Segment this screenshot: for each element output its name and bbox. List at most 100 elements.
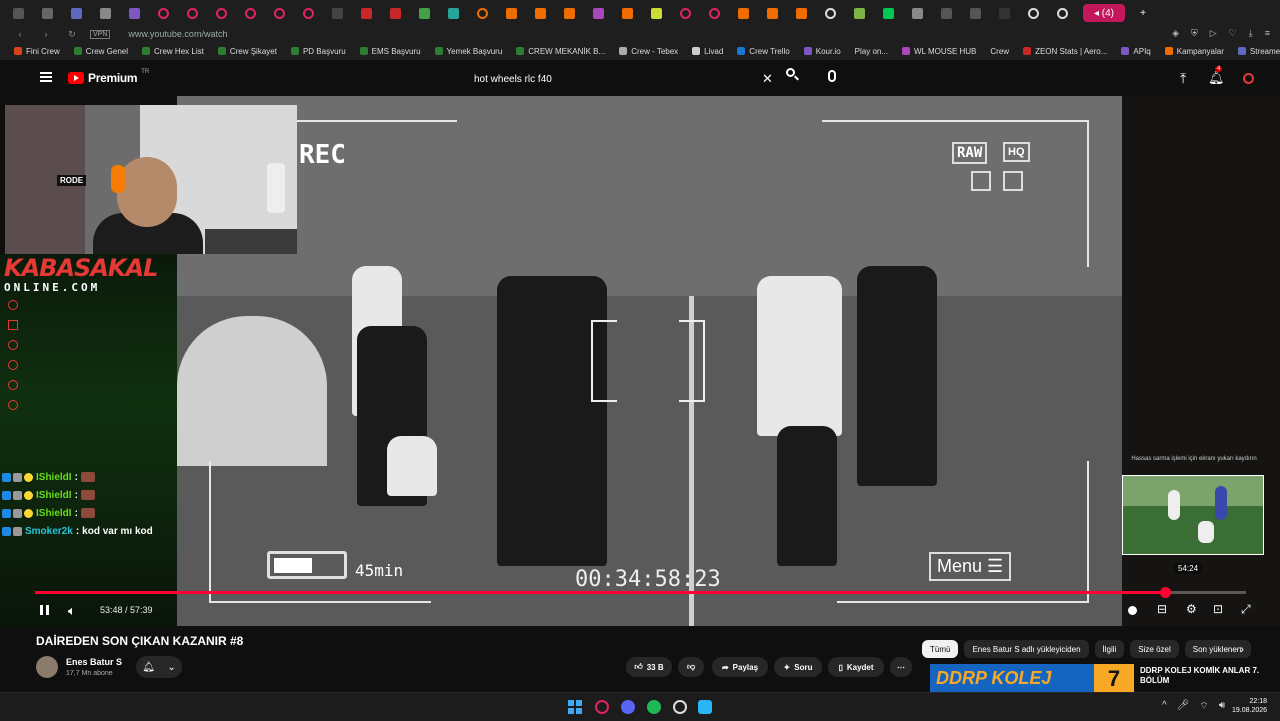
extension-icon[interactable]: ◈ bbox=[1172, 28, 1179, 39]
progress-bar[interactable] bbox=[35, 587, 1246, 598]
volume-icon[interactable]: 🔈︎ bbox=[68, 603, 76, 619]
tab-favicon[interactable] bbox=[181, 2, 203, 24]
tab-favicon[interactable] bbox=[877, 2, 899, 24]
active-tab[interactable]: ◂ (4) bbox=[1083, 4, 1125, 22]
tab-favicon[interactable] bbox=[442, 2, 464, 24]
opera-icon[interactable] bbox=[595, 700, 609, 714]
play-icon[interactable]: ▷ bbox=[1210, 28, 1217, 39]
back-icon[interactable]: ‹ bbox=[14, 29, 26, 39]
bookmark[interactable]: PD Başvuru bbox=[290, 47, 346, 56]
dislike-button[interactable]: 👎︎ bbox=[678, 657, 704, 677]
tab-favicon[interactable] bbox=[384, 2, 406, 24]
bookmark[interactable]: Livad bbox=[692, 47, 723, 56]
tab-favicon[interactable] bbox=[964, 2, 986, 24]
bookmark[interactable]: Crew Şikayet bbox=[217, 47, 277, 56]
fullscreen-icon[interactable]: ⤢ bbox=[1241, 602, 1251, 617]
recommended-video-title[interactable]: DDRP KOLEJ KOMİK ANLAR 7. BÖLÜM bbox=[1140, 666, 1275, 686]
clear-search-icon[interactable]: ✕ bbox=[762, 71, 773, 87]
tab-favicon[interactable] bbox=[7, 2, 29, 24]
discord-icon[interactable] bbox=[621, 700, 635, 714]
clock[interactable]: 22:18 19.08.2026 bbox=[1232, 697, 1267, 715]
bookmark[interactable]: Kour.io bbox=[803, 47, 841, 56]
app-icon[interactable] bbox=[698, 700, 712, 714]
subtitles-icon[interactable]: ⊟ bbox=[1157, 602, 1167, 616]
like-button[interactable]: 👍︎ 33 B bbox=[626, 657, 672, 677]
voice-search-icon[interactable] bbox=[828, 70, 836, 82]
ask-button[interactable]: ✦ Soru bbox=[774, 657, 822, 677]
tab-favicon[interactable] bbox=[1022, 2, 1044, 24]
tab-favicon[interactable] bbox=[65, 2, 87, 24]
tab-favicon[interactable] bbox=[152, 2, 174, 24]
tab-favicon[interactable] bbox=[529, 2, 551, 24]
bookmark[interactable]: Crew - Tebex bbox=[619, 47, 678, 56]
forward-icon[interactable]: › bbox=[40, 29, 52, 39]
tab-favicon[interactable] bbox=[326, 2, 348, 24]
tab-favicon[interactable] bbox=[674, 2, 696, 24]
bookmark[interactable]: Crew Genel bbox=[73, 47, 128, 56]
tab-favicon[interactable] bbox=[471, 2, 493, 24]
chip-related[interactable]: İlgili bbox=[1094, 640, 1125, 658]
channel-avatar[interactable] bbox=[36, 656, 58, 678]
bookmark[interactable]: Play on... bbox=[855, 47, 888, 56]
tab-favicon[interactable] bbox=[790, 2, 812, 24]
share-button[interactable]: ➦ Paylaş bbox=[712, 657, 768, 677]
bookmark[interactable]: APIq bbox=[1121, 47, 1151, 56]
heart-icon[interactable]: ♡ bbox=[1229, 28, 1237, 39]
app-icon[interactable] bbox=[673, 700, 687, 714]
reload-icon[interactable]: ↻ bbox=[66, 29, 78, 40]
bookmark[interactable]: ZEON Stats | Aero... bbox=[1023, 47, 1107, 56]
youtube-premium-logo[interactable]: Premium TR bbox=[68, 69, 149, 85]
search-input[interactable]: hot wheels rlc f40 ✕ bbox=[462, 68, 782, 90]
scrubber-handle[interactable] bbox=[1160, 587, 1171, 598]
tab-favicon[interactable] bbox=[587, 2, 609, 24]
tab-favicon[interactable] bbox=[819, 2, 841, 24]
new-tab-button[interactable]: + bbox=[1132, 2, 1154, 24]
speaker-icon[interactable]: 🔊︎ bbox=[1219, 700, 1225, 713]
tab-favicon[interactable] bbox=[268, 2, 290, 24]
shield-icon[interactable]: ⛨ bbox=[1191, 28, 1198, 39]
chip-all[interactable]: Tümü bbox=[922, 640, 959, 658]
tab-favicon[interactable] bbox=[36, 2, 58, 24]
more-actions-button[interactable]: ⋯ bbox=[890, 657, 912, 677]
search-button[interactable] bbox=[786, 68, 802, 84]
upload-icon[interactable]: ⤒ bbox=[1180, 60, 1186, 96]
chevron-up-icon[interactable]: ^ bbox=[1162, 700, 1167, 713]
bookmark[interactable]: WL MOUSE HUB bbox=[902, 47, 976, 56]
tab-favicon[interactable] bbox=[355, 2, 377, 24]
tab-favicon[interactable] bbox=[645, 2, 667, 24]
bookmark[interactable]: Kampanyalar bbox=[1164, 47, 1224, 56]
tab-favicon[interactable] bbox=[123, 2, 145, 24]
microphone-icon[interactable]: 🎤︎ bbox=[1177, 700, 1190, 713]
tab-favicon[interactable] bbox=[993, 2, 1015, 24]
menu-icon[interactable]: ≡ bbox=[1265, 28, 1270, 39]
bookmark[interactable]: Crew bbox=[990, 47, 1009, 56]
tab-favicon[interactable] bbox=[616, 2, 638, 24]
recommended-video-thumbnail[interactable]: DDRP KOLEJ 7 bbox=[930, 664, 1134, 692]
tab-favicon[interactable] bbox=[558, 2, 580, 24]
tab-favicon[interactable] bbox=[703, 2, 725, 24]
miniplayer-icon[interactable]: ⊡ bbox=[1213, 602, 1223, 616]
save-button[interactable]: ▯ Kaydet bbox=[828, 657, 884, 677]
tab-favicon[interactable] bbox=[239, 2, 261, 24]
tab-favicon[interactable] bbox=[761, 2, 783, 24]
tab-favicon[interactable] bbox=[1051, 2, 1073, 24]
pause-icon[interactable] bbox=[40, 605, 49, 615]
network-icon[interactable]: ⌔ bbox=[1199, 700, 1208, 713]
bookmark[interactable]: EMS Başvuru bbox=[359, 47, 421, 56]
tab-favicon[interactable] bbox=[210, 2, 232, 24]
autoplay-toggle-icon[interactable] bbox=[1128, 606, 1137, 615]
bookmark[interactable]: Yemek Başvuru bbox=[434, 47, 502, 56]
bookmark[interactable]: CREW MEKANİK B... bbox=[516, 47, 605, 56]
download-icon[interactable]: ⤓ bbox=[1249, 28, 1253, 39]
tab-favicon[interactable] bbox=[413, 2, 435, 24]
chip-for-you[interactable]: Size özel bbox=[1130, 640, 1179, 658]
bookmark[interactable]: Crew Hex List bbox=[142, 47, 204, 56]
tab-favicon[interactable] bbox=[848, 2, 870, 24]
video-player[interactable]: REC RAW HQ 45min 00:34:58:23 Menu ☰ bbox=[177, 96, 1122, 626]
bookmark[interactable]: Crew Trello bbox=[737, 47, 790, 56]
subscribe-bell-button[interactable]: 🔔︎ ⌄ bbox=[136, 656, 182, 678]
tab-favicon[interactable] bbox=[500, 2, 522, 24]
url-field[interactable]: www.youtube.com/watch bbox=[128, 29, 227, 39]
chevron-right-icon[interactable]: › bbox=[1240, 642, 1244, 656]
bookmark[interactable]: Fini Crew bbox=[14, 47, 60, 56]
